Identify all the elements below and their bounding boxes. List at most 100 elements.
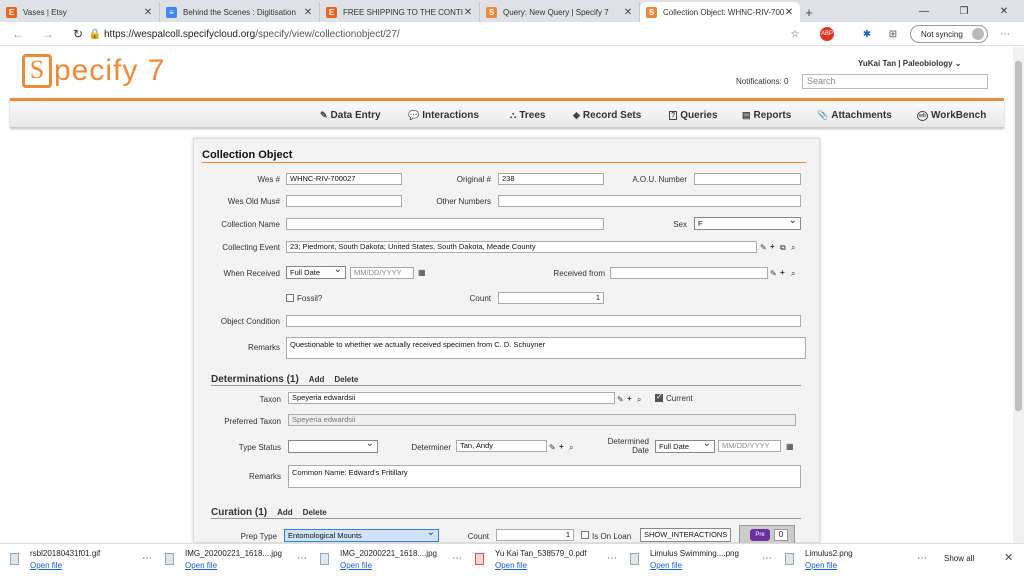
close-icon[interactable]: ✕	[143, 7, 153, 18]
browser-tab[interactable]: ≡ Behind the Scenes : Digitisation ✕	[160, 2, 320, 22]
more-icon[interactable]: ⋯	[762, 553, 772, 564]
remarks-textarea[interactable]: Questionable to whether we actually rece…	[286, 337, 806, 359]
show-all-button[interactable]: Show all	[944, 554, 974, 563]
delete-determination-link[interactable]: Delete	[334, 375, 358, 384]
star-icon[interactable]: ☆	[788, 27, 802, 41]
notifications-count[interactable]: Notifications: 0	[736, 77, 788, 86]
when-received-type-select[interactable]: Full Date	[286, 264, 346, 279]
maximize-icon[interactable]: ❐	[944, 0, 984, 22]
other-numbers-input[interactable]	[498, 195, 801, 207]
edit-icon[interactable]: ✎	[617, 395, 624, 404]
add-curation-link[interactable]: Add	[277, 508, 293, 517]
received-from-input[interactable]	[610, 267, 768, 279]
preparation-attachment-widget[interactable]: Pre 0	[739, 525, 795, 544]
download-item[interactable]: Yu Kai Tan_538579_0.pdf Open file ⋯	[475, 549, 625, 573]
download-item[interactable]: IMG_20200221_1618....jpg Open file ⋯	[320, 549, 470, 573]
download-item[interactable]: rsbl20180431f01.gif Open file ⋯	[10, 549, 160, 573]
minimize-icon[interactable]: —	[904, 0, 944, 22]
determination-remarks-textarea[interactable]: Common Name: Edward's Fritillary	[288, 465, 801, 488]
more-icon[interactable]: ⋯	[142, 553, 152, 564]
count-input[interactable]: 1	[498, 292, 604, 304]
menu-queries[interactable]: ? Queries	[669, 110, 718, 121]
close-icon[interactable]: ✕	[303, 7, 313, 18]
menu-record-sets[interactable]: ◆ Record Sets	[573, 110, 641, 121]
back-icon[interactable]: ←	[10, 26, 26, 42]
more-icon[interactable]: ⋯	[607, 553, 617, 564]
add-icon[interactable]: +	[770, 242, 775, 251]
reload-icon[interactable]: ↻	[70, 26, 86, 42]
open-file-link[interactable]: Open file	[30, 561, 62, 570]
edit-icon[interactable]: ✎	[770, 269, 777, 278]
more-icon[interactable]: ⋯	[452, 553, 462, 564]
prep-type-select[interactable]: Entomological Mounts	[284, 527, 439, 542]
taxon-input[interactable]: Speyeria edwardsii	[288, 392, 615, 404]
search-icon[interactable]: ⌕	[791, 243, 795, 253]
edit-icon[interactable]: ✎	[549, 443, 556, 452]
forward-icon[interactable]: →	[40, 26, 56, 42]
download-item[interactable]: IMG_20200221_1618....jpg Open file ⋯	[165, 549, 315, 573]
search-icon[interactable]: ⌕	[569, 443, 573, 453]
collecting-event-input[interactable]: 23; Piedmont, South Dakota; United State…	[286, 241, 757, 253]
adblock-icon[interactable]: ABP	[820, 27, 834, 41]
open-file-link[interactable]: Open file	[495, 561, 527, 570]
window-close-icon[interactable]: ✕	[984, 0, 1024, 22]
add-determination-link[interactable]: Add	[309, 375, 325, 384]
add-icon[interactable]: +	[780, 268, 785, 277]
calendar-icon[interactable]: ▦	[786, 442, 794, 451]
determiner-input[interactable]: Tan, Andy	[456, 440, 547, 452]
clone-icon[interactable]: ⧉	[780, 243, 786, 253]
old-mus-input[interactable]	[286, 195, 402, 207]
collection-name-input[interactable]	[286, 218, 604, 230]
menu-trees[interactable]: ⛬ Trees	[510, 110, 545, 121]
close-icon[interactable]: ✕	[463, 7, 473, 18]
fossil-checkbox[interactable]	[286, 294, 294, 302]
user-collection-menu[interactable]: YuKai Tan | Paleobiology ⌄	[858, 59, 961, 68]
close-icon[interactable]: ✕	[623, 7, 633, 18]
close-shelf-icon[interactable]: ✕	[1004, 551, 1013, 564]
open-file-link[interactable]: Open file	[805, 561, 837, 570]
menu-workbench[interactable]: wb WorkBench	[917, 110, 986, 121]
edit-icon[interactable]: ✎	[760, 243, 767, 252]
add-icon[interactable]: +	[627, 394, 632, 403]
search-icon[interactable]: ⌕	[791, 269, 795, 279]
new-tab-icon[interactable]: +	[800, 2, 818, 22]
browser-tab[interactable]: S Query: New Query | Specify 7 ✕	[480, 2, 640, 22]
browser-tab[interactable]: E FREE SHIPPING TO THE CONTINENTAL ✕	[320, 2, 480, 22]
original-number-input[interactable]: 238	[498, 173, 604, 185]
determined-date-type-select[interactable]: Full Date	[655, 438, 715, 453]
wes-number-input[interactable]: WHNC-RIV-700027	[286, 173, 402, 185]
open-file-link[interactable]: Open file	[650, 561, 682, 570]
browser-tab-active[interactable]: S Collection Object: WHNC-RIV-700027 ✕	[640, 2, 800, 22]
collections-icon[interactable]: ⊞	[886, 27, 900, 41]
download-item[interactable]: Limulus2.png Open file ⋯	[785, 549, 935, 573]
delete-curation-link[interactable]: Delete	[303, 508, 327, 517]
more-icon[interactable]: ⋯	[998, 27, 1012, 41]
page-scrollbar[interactable]	[1013, 47, 1024, 543]
on-loan-checkbox[interactable]	[581, 531, 589, 539]
sync-button[interactable]: Not syncing	[910, 25, 988, 43]
calendar-icon[interactable]: ▦	[418, 268, 426, 277]
determined-date-input[interactable]: MM/DD/YYYY	[718, 440, 781, 452]
close-icon[interactable]: ✕	[784, 7, 794, 18]
open-file-link[interactable]: Open file	[340, 561, 372, 570]
current-checkbox[interactable]	[655, 392, 663, 402]
object-condition-input[interactable]	[286, 315, 801, 327]
show-interactions-button[interactable]: SHOW_INTERACTIONS	[640, 528, 732, 542]
when-received-date-input[interactable]: MM/DD/YYYY	[350, 267, 414, 279]
open-file-link[interactable]: Open file	[185, 561, 217, 570]
menu-interactions[interactable]: 💬 Interactions	[408, 110, 479, 121]
specify-logo[interactable]: S pecify 7	[22, 53, 165, 89]
menu-attachments[interactable]: 📎 Attachments	[817, 110, 892, 121]
aou-number-input[interactable]	[694, 173, 801, 185]
type-status-select[interactable]	[288, 438, 378, 453]
more-icon[interactable]: ⋯	[297, 553, 307, 564]
url-field[interactable]: https://wespalcoll.specifycloud.org/spec…	[104, 26, 400, 42]
search-input[interactable]: Search	[802, 74, 988, 89]
browser-tab[interactable]: E Vases | Etsy ✕	[0, 2, 160, 22]
scrollbar-thumb[interactable]	[1015, 61, 1022, 411]
search-icon[interactable]: ⌕	[637, 395, 641, 405]
download-item[interactable]: Limulus Swimming....png Open file ⋯	[630, 549, 780, 573]
sex-select[interactable]: F	[694, 215, 801, 230]
add-icon[interactable]: +	[559, 442, 564, 451]
prep-count-input[interactable]: 1	[496, 529, 574, 541]
